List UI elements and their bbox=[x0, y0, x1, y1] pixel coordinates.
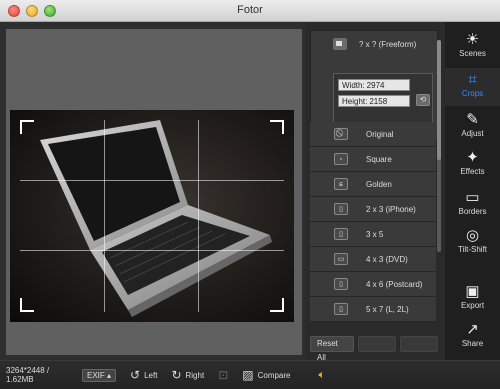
toolbar-adjust-button[interactable]: ✎ Adjust bbox=[445, 108, 500, 146]
toolbar-label: Crops bbox=[461, 89, 484, 98]
frame-icon: ▭ bbox=[465, 189, 480, 206]
toolbar-scenes-button[interactable]: ☀ Scenes bbox=[445, 28, 500, 66]
height-label: Height: bbox=[342, 97, 368, 106]
export-icon: ▣ bbox=[465, 283, 480, 300]
disabled-button bbox=[357, 336, 396, 352]
crop-option-label: Original bbox=[366, 129, 394, 139]
toolbar-label: Borders bbox=[458, 207, 487, 216]
rotate-right-icon: ↻ bbox=[171, 368, 182, 382]
crop-option[interactable]: ▯ 3 x 5 bbox=[310, 222, 436, 247]
panel-scrollbar[interactable] bbox=[437, 40, 441, 252]
image-info: 3264*2448 / 1.62MB bbox=[6, 366, 50, 384]
compare-label: Compare bbox=[257, 370, 291, 380]
toolbar-label: Tilt-Shift bbox=[457, 245, 488, 254]
scrollbar-thumb[interactable] bbox=[437, 40, 441, 160]
toolbar-share-button[interactable]: ↗ Share bbox=[445, 318, 500, 356]
no-icon: ⃠ bbox=[334, 128, 348, 140]
freeform-label: ? x ? (Freeform) bbox=[359, 39, 417, 49]
crop-option-label: Square bbox=[366, 154, 392, 164]
crop-handle-bottom-left[interactable] bbox=[20, 298, 34, 312]
disabled-button bbox=[399, 336, 438, 352]
crop-handle-top-right[interactable] bbox=[270, 120, 284, 134]
width-label: Width: bbox=[342, 81, 365, 90]
canvas-area bbox=[0, 22, 305, 360]
rotate-right-label: Right bbox=[185, 370, 205, 380]
height-field[interactable]: Height: 2158 bbox=[338, 95, 410, 107]
portrait-icon: ▯ bbox=[334, 303, 348, 315]
crop-grid-line bbox=[198, 120, 199, 312]
rotate-left-label: Left bbox=[144, 370, 158, 380]
landscape-icon: ▭ bbox=[334, 253, 348, 265]
crop-option-label: 5 x 7 (L, 2L) bbox=[366, 304, 409, 314]
toolbar-borders-button[interactable]: ▭ Borders bbox=[445, 186, 500, 224]
crop-option-label: 4 x 6 (Postcard) bbox=[366, 279, 423, 289]
toolbar-label: Effects bbox=[460, 167, 485, 176]
zoom-icon: ⊡ bbox=[218, 368, 229, 382]
portrait-icon: ▯ bbox=[334, 228, 348, 240]
toolbar-label: Scenes bbox=[459, 49, 486, 58]
reset-all-button[interactable]: Reset All bbox=[310, 336, 354, 362]
target-icon: ◎ bbox=[465, 227, 480, 244]
crop-option[interactable]: ▫ Square bbox=[310, 147, 436, 172]
crop-option-label: 3 x 5 bbox=[366, 229, 384, 239]
crop-option[interactable]: ⃠ Original bbox=[310, 122, 436, 147]
toolbar-crops-button[interactable]: ⌗ Crops bbox=[445, 68, 500, 106]
width-field[interactable]: Width: 2974 bbox=[338, 79, 410, 91]
crop-options-panel: ? x ? (Freeform) Width: 2974 Height: 2158 … bbox=[305, 22, 445, 360]
rotate-left-icon: ↺ bbox=[130, 368, 141, 382]
toolbar-label: Share bbox=[461, 339, 484, 348]
exif-button[interactable]: EXIF ▴ bbox=[82, 368, 117, 382]
sun-icon: ☀ bbox=[465, 31, 480, 48]
toolbar-label: Adjust bbox=[461, 129, 484, 138]
volume-icon[interactable]: 🔈︎ bbox=[319, 369, 326, 382]
bottom-bar: 3264*2448 / 1.62MB EXIF ▴ ↺ Left ↻ Right… bbox=[0, 360, 500, 389]
crop-option[interactable]: ▯ 5 x 7 (L, 2L) bbox=[310, 297, 436, 322]
toolbar-export-button[interactable]: ▣ Export bbox=[445, 280, 500, 318]
crop-option[interactable]: ɕ Golden bbox=[310, 172, 436, 197]
freeform-ratio-icon bbox=[333, 38, 347, 50]
title-bar: Fotor bbox=[0, 0, 500, 22]
crop-handle-top-left[interactable] bbox=[20, 120, 34, 134]
share-icon: ↗ bbox=[466, 321, 479, 338]
square-icon: ▫ bbox=[334, 153, 348, 165]
crop-grid-line bbox=[20, 250, 284, 251]
toolbar-label: Export bbox=[460, 301, 485, 310]
crop-frame[interactable] bbox=[10, 110, 294, 322]
compare-icon: ▨ bbox=[242, 368, 254, 382]
link-icon[interactable]: ⟲ bbox=[416, 94, 430, 106]
crop-option-label: 4 x 3 (DVD) bbox=[366, 254, 408, 264]
crop-grid-line bbox=[104, 120, 105, 312]
crop-icon: ⌗ bbox=[468, 71, 477, 88]
window-title: Fotor bbox=[237, 4, 263, 16]
portrait-icon: ▯ bbox=[334, 203, 348, 215]
rotate-left-button[interactable]: ↺ Left bbox=[130, 368, 157, 382]
spiral-icon: ɕ bbox=[334, 178, 348, 190]
crop-option[interactable]: ▯ 4 x 6 (Postcard) bbox=[310, 272, 436, 297]
pencil-icon: ✎ bbox=[466, 111, 479, 128]
toolbar-tilt-shift-button[interactable]: ◎ Tilt-Shift bbox=[445, 224, 500, 262]
crop-option-label: Golden bbox=[366, 179, 392, 189]
crop-option-label: 2 x 3 (iPhone) bbox=[366, 204, 416, 214]
sparkle-icon: ✦ bbox=[466, 149, 479, 166]
right-toolbar: ☀ Scenes ⌗ Crops ✎ Adjust ✦ Effects ▭ Borders ◎ Til… bbox=[445, 22, 500, 360]
portrait-icon: ▯ bbox=[334, 278, 348, 290]
width-value: 2974 bbox=[366, 81, 385, 90]
height-value: 2158 bbox=[369, 97, 388, 106]
crop-option[interactable]: ▭ 4 x 3 (DVD) bbox=[310, 247, 436, 272]
crop-handle-bottom-right[interactable] bbox=[270, 298, 284, 312]
panel-footer: Reset All bbox=[310, 336, 438, 362]
crop-ratio-list: ⃠ Original ▫ Square ɕ Golden ▯ 2 x 3 (iPhone) ▯ 3… bbox=[310, 122, 436, 322]
crop-option[interactable]: ▯ 2 x 3 (iPhone) bbox=[310, 197, 436, 222]
toolbar-effects-button[interactable]: ✦ Effects bbox=[445, 146, 500, 184]
zoom-button: ⊡ bbox=[218, 368, 228, 382]
compare-button[interactable]: ▨ Compare bbox=[242, 368, 290, 382]
rotate-right-button[interactable]: ↻ Right bbox=[171, 368, 204, 382]
crop-grid-line bbox=[20, 180, 284, 181]
